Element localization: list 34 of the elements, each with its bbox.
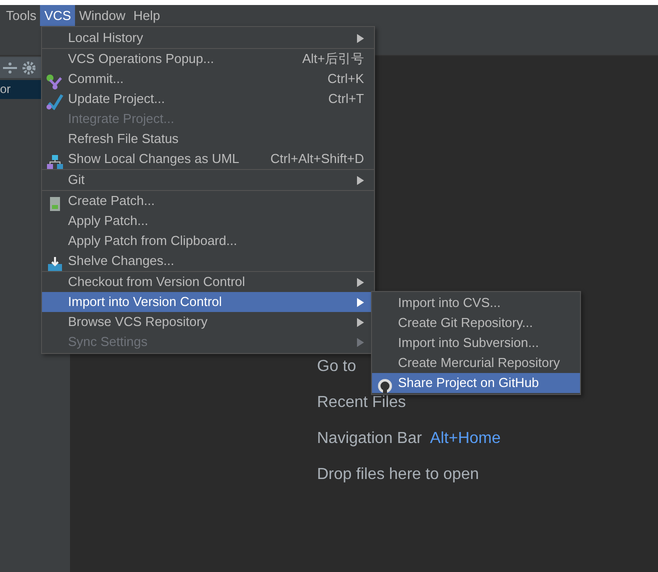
shelf-icon bbox=[46, 256, 64, 272]
menu-item[interactable]: Import into Subversion... bbox=[372, 333, 580, 353]
menu-item[interactable]: Refresh File Status bbox=[42, 129, 374, 149]
hint-text: Navigation Bar bbox=[317, 431, 422, 447]
hint-text: Recent Files bbox=[317, 395, 406, 411]
tree-item[interactable]: or bbox=[0, 80, 41, 99]
menu-item[interactable]: VCS bbox=[40, 5, 76, 26]
menu-item[interactable]: Create Patch... bbox=[42, 191, 374, 211]
menu-item[interactable]: Create Git Repository... bbox=[372, 313, 580, 333]
menu-item[interactable]: Tools bbox=[2, 5, 40, 26]
menu-item[interactable]: Shelve Changes... bbox=[42, 251, 374, 271]
update-icon bbox=[46, 94, 64, 110]
menu-item[interactable]: Apply Patch... bbox=[42, 211, 374, 231]
diagram-icon bbox=[46, 154, 64, 170]
settings-icon[interactable] bbox=[22, 60, 36, 74]
split-icon[interactable] bbox=[2, 62, 18, 74]
menu-item[interactable]: Apply Patch from Clipboard... bbox=[42, 231, 374, 251]
menu-item[interactable]: Checkout from Version Control bbox=[42, 272, 374, 292]
menu-item[interactable]: Update Project... Ctrl+T bbox=[42, 89, 374, 109]
commit-icon bbox=[46, 74, 64, 90]
menu-item[interactable]: Git bbox=[42, 170, 374, 190]
menu-item[interactable]: Browse VCS Repository bbox=[42, 312, 374, 332]
menu-item[interactable]: Share Project on GitHub bbox=[372, 373, 580, 393]
shortcut-text: Alt+Home bbox=[430, 431, 501, 447]
hint-text: Drop files here to open bbox=[317, 467, 479, 483]
menu-item[interactable]: VCS Operations Popup... Alt+后引号 bbox=[42, 49, 374, 69]
menu-item[interactable]: Create Mercurial Repository bbox=[372, 353, 580, 373]
menu-item[interactable]: Commit... Ctrl+K bbox=[42, 69, 374, 89]
menu-item[interactable]: Window bbox=[75, 5, 130, 26]
menu-item[interactable]: Import into Version Control bbox=[42, 292, 374, 312]
hint-text: Go to bbox=[317, 359, 356, 375]
menu-item[interactable]: Show Local Changes as UML Ctrl+Alt+Shift+D bbox=[42, 149, 374, 169]
menu-item[interactable]: Help bbox=[129, 5, 164, 26]
menu-item[interactable]: Import into CVS... bbox=[372, 293, 580, 313]
